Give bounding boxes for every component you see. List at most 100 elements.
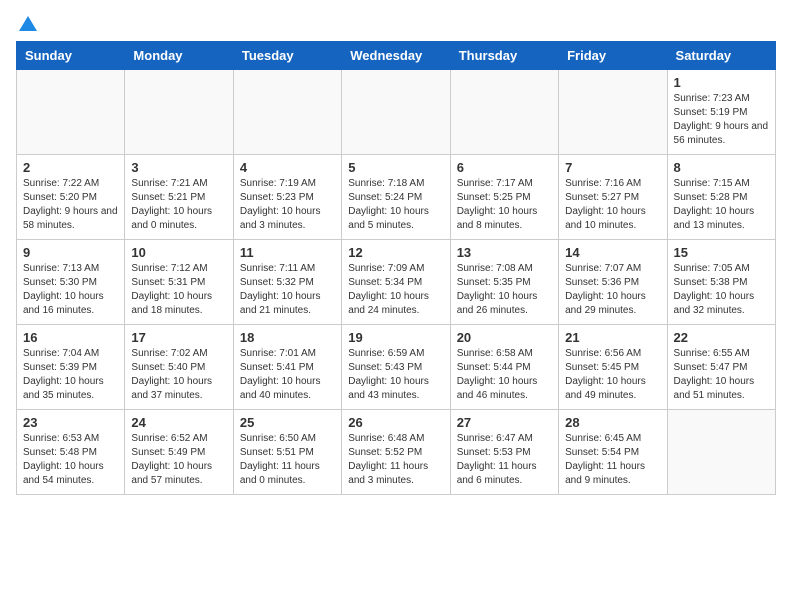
day-number: 13 [457, 245, 552, 260]
calendar-day-cell [17, 70, 125, 155]
day-number: 7 [565, 160, 660, 175]
calendar-day-cell: 26 Sunrise: 6:48 AM Sunset: 5:52 PM Dayli… [342, 410, 450, 495]
calendar-day-cell: 5 Sunrise: 7:18 AM Sunset: 5:24 PM Daylig… [342, 155, 450, 240]
calendar-week-row: 9 Sunrise: 7:13 AM Sunset: 5:30 PM Daylig… [17, 240, 776, 325]
day-number: 28 [565, 415, 660, 430]
day-number: 2 [23, 160, 118, 175]
day-info: Sunrise: 7:15 AM Sunset: 5:28 PM Dayligh… [674, 177, 769, 233]
calendar-day-cell: 13 Sunrise: 7:08 AM Sunset: 5:35 PM Dayli… [450, 240, 558, 325]
day-info: Sunrise: 6:52 AM Sunset: 5:49 PM Dayligh… [131, 432, 226, 488]
day-number: 24 [131, 415, 226, 430]
day-info: Sunrise: 7:04 AM Sunset: 5:39 PM Dayligh… [23, 347, 118, 403]
day-info: Sunrise: 6:48 AM Sunset: 5:52 PM Dayligh… [348, 432, 443, 488]
day-number: 6 [457, 160, 552, 175]
calendar-day-cell: 12Sunrise: 7:09 AM Sunset: 5:34 PM Dayli… [342, 240, 450, 325]
day-number: 25 [240, 415, 335, 430]
calendar-table: SundayMondayTuesdayWednesdayThursdayFrid… [16, 41, 776, 495]
calendar-day-cell: 27 Sunrise: 6:47 AM Sunset: 5:53 PM Dayli… [450, 410, 558, 495]
day-number: 10 [131, 245, 226, 260]
calendar-day-cell: 21 Sunrise: 6:56 AM Sunset: 5:45 PM Dayli… [559, 325, 667, 410]
day-info: Sunrise: 7:23 AM Sunset: 5:19 PM Dayligh… [674, 92, 769, 148]
calendar-week-row: 2 Sunrise: 7:22 AM Sunset: 5:20 PM Daylig… [17, 155, 776, 240]
calendar-day-cell: 7 Sunrise: 7:16 AM Sunset: 5:27 PM Daylig… [559, 155, 667, 240]
calendar-day-cell: 1 Sunrise: 7:23 AM Sunset: 5:19 PM Daylig… [667, 70, 775, 155]
calendar-day-cell [667, 410, 775, 495]
calendar-day-cell: 10 Sunrise: 7:12 AM Sunset: 5:31 PM Dayli… [125, 240, 233, 325]
day-info: Sunrise: 6:58 AM Sunset: 5:44 PM Dayligh… [457, 347, 552, 403]
day-number: 20 [457, 330, 552, 345]
calendar-day-cell [125, 70, 233, 155]
day-info: Sunrise: 7:12 AM Sunset: 5:31 PM Dayligh… [131, 262, 226, 318]
day-number: 15 [674, 245, 769, 260]
calendar-week-row: 16 Sunrise: 7:04 AM Sunset: 5:39 PM Dayli… [17, 325, 776, 410]
day-info: Sunrise: 7:17 AM Sunset: 5:25 PM Dayligh… [457, 177, 552, 233]
calendar-week-row: 23 Sunrise: 6:53 AM Sunset: 5:48 PM Dayli… [17, 410, 776, 495]
day-number: 27 [457, 415, 552, 430]
day-info: Sunrise: 6:50 AM Sunset: 5:51 PM Dayligh… [240, 432, 335, 488]
page-header [16, 16, 776, 31]
calendar-day-header: Friday [559, 42, 667, 70]
calendar-day-cell: 17 Sunrise: 7:02 AM Sunset: 5:40 PM Dayli… [125, 325, 233, 410]
day-number: 26 [348, 415, 443, 430]
calendar-day-cell [233, 70, 341, 155]
calendar-day-header: Wednesday [342, 42, 450, 70]
calendar-day-cell: 25 Sunrise: 6:50 AM Sunset: 5:51 PM Dayli… [233, 410, 341, 495]
calendar-header-row: SundayMondayTuesdayWednesdayThursdayFrid… [17, 42, 776, 70]
day-info: Sunrise: 7:05 AM Sunset: 5:38 PM Dayligh… [674, 262, 769, 318]
calendar-day-cell: 4Sunrise: 7:19 AM Sunset: 5:23 PM Daylig… [233, 155, 341, 240]
day-info: Sunrise: 7:22 AM Sunset: 5:20 PM Dayligh… [23, 177, 118, 233]
day-info: Sunrise: 6:55 AM Sunset: 5:47 PM Dayligh… [674, 347, 769, 403]
calendar-day-header: Thursday [450, 42, 558, 70]
day-number: 21 [565, 330, 660, 345]
day-info: Sunrise: 7:07 AM Sunset: 5:36 PM Dayligh… [565, 262, 660, 318]
calendar-day-cell [450, 70, 558, 155]
day-number: 18 [240, 330, 335, 345]
calendar-day-cell: 18 Sunrise: 7:01 AM Sunset: 5:41 PM Dayli… [233, 325, 341, 410]
day-number: 19 [348, 330, 443, 345]
calendar-day-cell: 20 Sunrise: 6:58 AM Sunset: 5:44 PM Dayli… [450, 325, 558, 410]
day-info: Sunrise: 7:21 AM Sunset: 5:21 PM Dayligh… [131, 177, 226, 233]
calendar-day-cell: 22 Sunrise: 6:55 AM Sunset: 5:47 PM Dayli… [667, 325, 775, 410]
day-info: Sunrise: 7:01 AM Sunset: 5:41 PM Dayligh… [240, 347, 335, 403]
day-number: 5 [348, 160, 443, 175]
day-info: Sunrise: 7:16 AM Sunset: 5:27 PM Dayligh… [565, 177, 660, 233]
day-info: Sunrise: 6:59 AM Sunset: 5:43 PM Dayligh… [348, 347, 443, 403]
day-info: Sunrise: 6:45 AM Sunset: 5:54 PM Dayligh… [565, 432, 660, 488]
day-number: 16 [23, 330, 118, 345]
calendar-day-cell: 23 Sunrise: 6:53 AM Sunset: 5:48 PM Dayli… [17, 410, 125, 495]
calendar-day-header: Monday [125, 42, 233, 70]
day-info: Sunrise: 7:11 AM Sunset: 5:32 PM Dayligh… [240, 262, 335, 318]
logo-triangle-icon [19, 16, 37, 31]
calendar-day-cell: 8 Sunrise: 7:15 AM Sunset: 5:28 PM Daylig… [667, 155, 775, 240]
day-number: 3 [131, 160, 226, 175]
calendar-day-cell: 24 Sunrise: 6:52 AM Sunset: 5:49 PM Dayli… [125, 410, 233, 495]
calendar-day-header: Saturday [667, 42, 775, 70]
day-number: 22 [674, 330, 769, 345]
calendar-day-cell: 15 Sunrise: 7:05 AM Sunset: 5:38 PM Dayli… [667, 240, 775, 325]
calendar-day-cell: 3 Sunrise: 7:21 AM Sunset: 5:21 PM Daylig… [125, 155, 233, 240]
day-number: 1 [674, 75, 769, 90]
calendar-day-cell: 6 Sunrise: 7:17 AM Sunset: 5:25 PM Daylig… [450, 155, 558, 240]
day-info: Sunrise: 7:02 AM Sunset: 5:40 PM Dayligh… [131, 347, 226, 403]
day-info: Sunrise: 6:47 AM Sunset: 5:53 PM Dayligh… [457, 432, 552, 488]
calendar-week-row: 1 Sunrise: 7:23 AM Sunset: 5:19 PM Daylig… [17, 70, 776, 155]
day-number: 17 [131, 330, 226, 345]
day-number: 9 [23, 245, 118, 260]
calendar-day-cell: 19 Sunrise: 6:59 AM Sunset: 5:43 PM Dayli… [342, 325, 450, 410]
calendar-day-cell: 28 Sunrise: 6:45 AM Sunset: 5:54 PM Dayli… [559, 410, 667, 495]
day-info: Sunrise: 7:18 AM Sunset: 5:24 PM Dayligh… [348, 177, 443, 233]
day-number: 11 [240, 245, 335, 260]
day-number: 4 [240, 160, 335, 175]
calendar-day-cell: 14 Sunrise: 7:07 AM Sunset: 5:36 PM Dayli… [559, 240, 667, 325]
day-number: 14 [565, 245, 660, 260]
day-number: 8 [674, 160, 769, 175]
calendar-day-cell: 11 Sunrise: 7:11 AM Sunset: 5:32 PM Dayli… [233, 240, 341, 325]
day-info: Sunrise: 6:53 AM Sunset: 5:48 PM Dayligh… [23, 432, 118, 488]
day-number: 23 [23, 415, 118, 430]
day-info: Sunrise: 6:56 AM Sunset: 5:45 PM Dayligh… [565, 347, 660, 403]
calendar-day-cell [342, 70, 450, 155]
day-info: Sunrise: 7:08 AM Sunset: 5:35 PM Dayligh… [457, 262, 552, 318]
calendar-day-header: Tuesday [233, 42, 341, 70]
day-info: Sunrise: 7:13 AM Sunset: 5:30 PM Dayligh… [23, 262, 118, 318]
calendar-day-cell: 16 Sunrise: 7:04 AM Sunset: 5:39 PM Dayli… [17, 325, 125, 410]
